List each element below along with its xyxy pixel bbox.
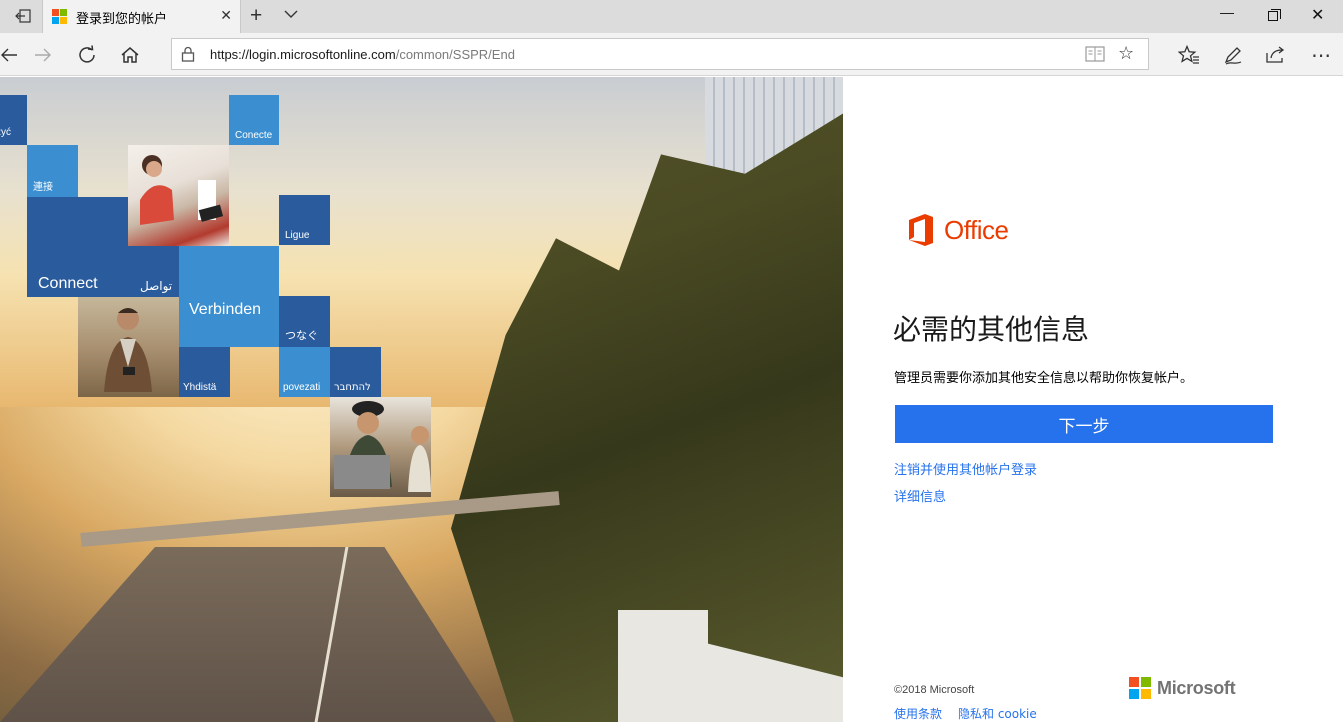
- minimize-button[interactable]: —: [1220, 4, 1234, 20]
- url-host: https://login.microsoftonline.com: [210, 47, 396, 62]
- tile-label: つなぐ: [285, 329, 318, 342]
- tile-hebrew: להתחבר: [330, 347, 381, 397]
- favorites-hub-icon: [1178, 45, 1199, 64]
- person-icon: [140, 155, 224, 225]
- new-tab-button[interactable]: +: [250, 4, 262, 28]
- terms-of-use-link[interactable]: 使用条款: [894, 705, 942, 722]
- person-icon: [334, 401, 431, 492]
- sign-out-other-account-link[interactable]: 注销并使用其他帐户登录: [894, 459, 1037, 478]
- share-button[interactable]: [1263, 42, 1289, 68]
- copyright-text: ©2018 Microsoft: [894, 684, 975, 696]
- address-bar[interactable]: https://login.microsoftonline.com/common…: [171, 38, 1149, 70]
- photo-man-laptop: [330, 397, 431, 497]
- photo-man-phone: [78, 297, 179, 397]
- tile-label: Conecte: [235, 130, 273, 141]
- set-tabs-aside-icon: [15, 9, 31, 23]
- tile-arabic: تواصل: [128, 246, 179, 297]
- page-description: 管理员需要你添加其他安全信息以帮助你恢复帐户。: [894, 371, 1194, 386]
- back-button[interactable]: [0, 42, 22, 68]
- reading-view-icon[interactable]: [1085, 46, 1105, 62]
- tile-chinese: 連接: [27, 145, 78, 197]
- window-close-button[interactable]: ✕: [1311, 5, 1324, 25]
- restore-icon: [1271, 9, 1281, 19]
- tile-connect: Connect: [27, 197, 128, 297]
- tile-conecte: Conecte: [229, 95, 279, 145]
- forward-arrow-icon: [35, 48, 51, 62]
- tile-label: Verbinden: [189, 301, 262, 318]
- tile-label: 連接: [33, 182, 53, 193]
- hero-image: żyć Conecte 連接 Connect Ligue تواصل Verbi…: [0, 77, 843, 722]
- url-text: https://login.microsoftonline.com/common…: [210, 47, 515, 62]
- tile-label: Yhdistä: [183, 382, 217, 393]
- more-icon: ⋯: [1311, 44, 1331, 67]
- tab-title: 登录到您的帐户: [76, 12, 168, 27]
- tab-close-icon[interactable]: ✕: [220, 7, 232, 24]
- home-icon: [121, 47, 139, 63]
- tile-verbinden: Verbinden: [179, 246, 279, 347]
- microsoft-brand-text: Microsoft: [1157, 678, 1236, 698]
- tile-label: להתחבר: [334, 382, 371, 393]
- tile-label: povezati: [283, 382, 321, 393]
- favorite-star-icon[interactable]: ☆: [1118, 43, 1134, 64]
- refresh-icon: [79, 45, 95, 63]
- tab-strip: 登录到您的帐户 ✕ + — ✕: [0, 0, 1343, 33]
- navigation-bar: https://login.microsoftonline.com/common…: [0, 33, 1343, 76]
- back-arrow-icon: [1, 48, 17, 62]
- tile-zyc: żyć: [0, 95, 27, 145]
- notes-button[interactable]: [1220, 42, 1246, 68]
- tile-label: Ligue: [285, 230, 310, 241]
- refresh-button[interactable]: [74, 42, 100, 68]
- pen-icon: [1224, 47, 1242, 65]
- privacy-cookies-link[interactable]: 隐私和 cookie: [958, 705, 1037, 722]
- page-title: 必需的其他信息: [893, 313, 1090, 346]
- tile-label: تواصل: [140, 279, 173, 293]
- set-tabs-aside-button[interactable]: [10, 5, 36, 27]
- person-icon: [104, 308, 152, 392]
- lock-icon: [181, 46, 195, 62]
- tile-japanese: つなぐ: [279, 296, 330, 347]
- favorites-hub-button[interactable]: [1176, 42, 1202, 68]
- tile-povezati: povezati: [279, 347, 330, 397]
- tile-label: Connect: [38, 275, 98, 292]
- active-tab[interactable]: 登录到您的帐户 ✕: [42, 0, 241, 33]
- home-button[interactable]: [117, 42, 143, 68]
- more-info-link[interactable]: 详细信息: [894, 486, 946, 505]
- more-button[interactable]: ⋯: [1308, 42, 1334, 68]
- office-brand-text: Office: [944, 215, 1009, 245]
- next-button[interactable]: 下一步: [895, 405, 1273, 443]
- chevron-down-icon[interactable]: [283, 6, 299, 22]
- office-logo-icon: [909, 214, 933, 246]
- tile-yhdista: Yhdistä: [179, 347, 230, 397]
- tile-ligue: Ligue: [279, 195, 330, 245]
- microsoft-logo-icon: [1129, 677, 1151, 699]
- sign-in-panel: Office 必需的其他信息 管理员需要你添加其他安全信息以帮助你恢复帐户。 下…: [843, 77, 1343, 722]
- microsoft-favicon-icon: [52, 9, 67, 24]
- photo-woman-coffee: [128, 145, 229, 246]
- share-icon: [1266, 46, 1285, 63]
- tile-label: żyć: [0, 127, 11, 138]
- url-path: /common/SSPR/End: [395, 47, 515, 62]
- maximize-button[interactable]: [1268, 9, 1281, 21]
- forward-button[interactable]: [30, 42, 56, 68]
